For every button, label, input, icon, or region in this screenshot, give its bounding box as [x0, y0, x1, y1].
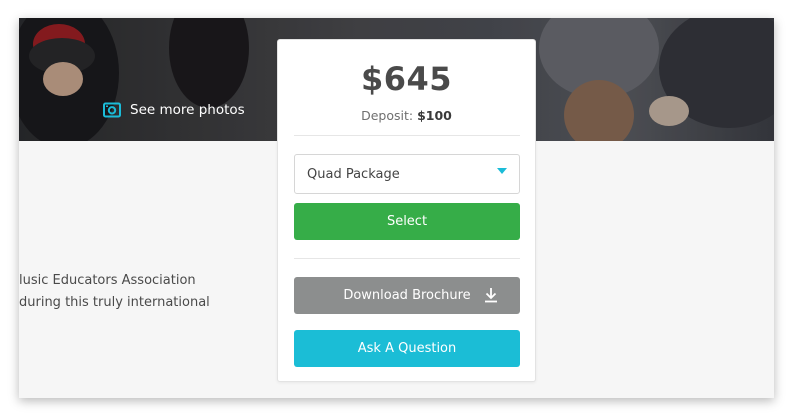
divider-bottom — [294, 258, 520, 259]
price: $645 — [360, 60, 453, 98]
divider-top — [294, 135, 520, 136]
download-icon — [484, 287, 498, 307]
pricing-card: $645 Deposit: $100 Quad Package Select D… — [277, 39, 536, 382]
deposit: Deposit: $100 — [278, 108, 535, 123]
download-brochure-label: Download Brochure — [343, 288, 471, 303]
deposit-value: $100 — [417, 108, 452, 123]
camera-icon — [103, 102, 121, 118]
see-more-photos-label: See more photos — [130, 102, 245, 118]
caret-down-icon — [497, 168, 507, 174]
description-line-2: during this truly international — [19, 295, 210, 310]
deposit-label: Deposit: — [361, 108, 414, 123]
description-line-1: lusic Educators Association — [19, 273, 196, 288]
ask-question-button[interactable]: Ask A Question — [294, 330, 520, 367]
see-more-photos-link[interactable]: See more photos — [103, 102, 245, 118]
package-select-value: Quad Package — [307, 166, 400, 182]
description-text: lusic Educators Association during this … — [19, 270, 210, 314]
download-brochure-button[interactable]: Download Brochure — [294, 277, 520, 314]
package-select[interactable]: Quad Package — [294, 154, 520, 194]
select-button[interactable]: Select — [294, 203, 520, 240]
